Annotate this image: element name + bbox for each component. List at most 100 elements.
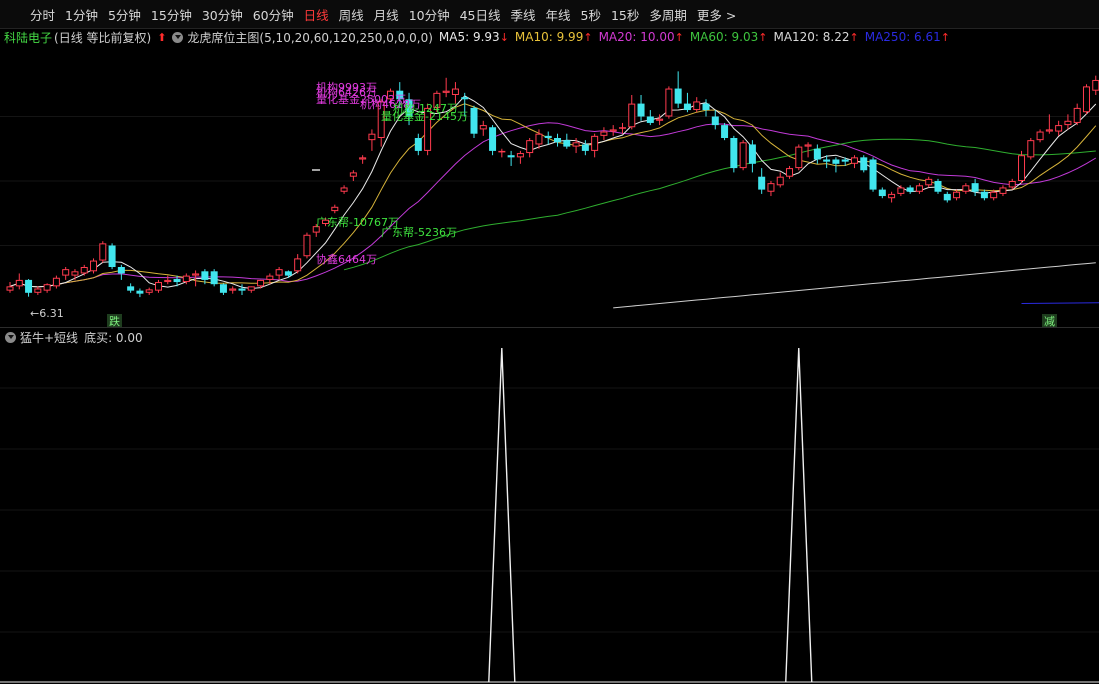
- main-candlestick-chart[interactable]: 机构9993万机构6426万量化基金25002万机构4628万机构-1247万量…: [0, 46, 1099, 327]
- period-tab-1[interactable]: 1分钟: [60, 5, 103, 24]
- candle-body: [535, 133, 543, 145]
- candle: [776, 172, 784, 188]
- sub-indicator-title[interactable]: 猛牛+短线: [20, 329, 78, 346]
- candle: [1092, 75, 1099, 95]
- candle-body: [618, 127, 626, 129]
- period-tab-0[interactable]: 分时: [0, 5, 60, 24]
- candle-body: [1073, 107, 1081, 123]
- candle: [43, 283, 51, 293]
- candle-body: [730, 138, 738, 169]
- period-tab-15[interactable]: 多周期: [644, 5, 692, 24]
- candle: [674, 71, 682, 108]
- badge-right: 减: [1044, 315, 1055, 327]
- candle: [1018, 150, 1026, 184]
- candle: [897, 185, 905, 197]
- candle-body: [795, 146, 803, 169]
- period-tab-8[interactable]: 月线: [369, 5, 404, 24]
- candle: [786, 165, 794, 179]
- candle: [164, 275, 172, 285]
- sub-indicator-value: 底买: 0.00: [84, 330, 143, 345]
- ma-legend-item: MA120: 8.22↑: [773, 30, 858, 44]
- candle: [479, 120, 487, 136]
- candle: [210, 269, 218, 287]
- candle: [693, 97, 701, 113]
- candle: [795, 144, 803, 171]
- candle-body: [665, 88, 673, 117]
- dropdown-circle-icon[interactable]: [172, 31, 184, 43]
- candle-body: [516, 153, 524, 158]
- candle: [34, 286, 42, 295]
- period-tab-16[interactable]: 更多 >: [692, 5, 741, 24]
- candle-body: [646, 116, 654, 123]
- candle-body: [1008, 181, 1016, 188]
- ma-legend: MA5: 9.93↓ MA10: 9.99↑ MA20: 10.00↑ MA60: 9…: [433, 30, 950, 44]
- candle-body: [201, 271, 209, 280]
- indicator-name[interactable]: 龙虎席位主图(5,10,20,60,120,250,0,0,0,0): [187, 29, 433, 46]
- period-toolbar: 分时 1分钟 5分钟 15分钟 30分钟 60分钟 日线 周线 月线 10分钟 45日线 季线 年线 5秒…: [0, 0, 1099, 29]
- candle-body: [999, 187, 1007, 194]
- candle: [219, 283, 227, 295]
- candle-body: [507, 155, 515, 158]
- arrow-up-icon: ↑: [674, 31, 684, 44]
- sub-indicator-chart[interactable]: [0, 328, 1099, 684]
- candle: [71, 269, 79, 280]
- candle-body: [786, 168, 794, 177]
- period-tab-11[interactable]: 季线: [506, 5, 541, 24]
- ma120-line: [613, 262, 1096, 309]
- candle: [609, 125, 617, 136]
- candle-body: [804, 144, 812, 147]
- candle: [850, 155, 858, 169]
- ma250-line: [1021, 302, 1099, 304]
- candle: [739, 140, 747, 171]
- price-mode[interactable]: (日线 等比前复权): [54, 29, 151, 46]
- period-tab-12[interactable]: 年线: [541, 5, 576, 24]
- candle-body: [1045, 129, 1053, 132]
- candle-body: [1092, 79, 1099, 91]
- period-tab-4[interactable]: 30分钟: [197, 5, 248, 24]
- period-tab-13[interactable]: 5秒: [576, 5, 606, 24]
- period-tab-2[interactable]: 5分钟: [103, 5, 146, 24]
- candle: [804, 142, 812, 158]
- period-tab-14[interactable]: 15秒: [606, 5, 644, 24]
- period-tab-10[interactable]: 45日线: [455, 5, 506, 24]
- ma-legend-label: MA20: 10.00: [598, 30, 675, 44]
- period-tab-9[interactable]: 10分钟: [404, 5, 455, 24]
- candle-body: [962, 185, 970, 192]
- candle: [6, 282, 14, 293]
- candle: [730, 135, 738, 173]
- candle: [117, 264, 125, 280]
- candle: [915, 183, 923, 194]
- candle-body: [906, 187, 914, 192]
- candle-body: [758, 176, 766, 190]
- candle-body: [572, 142, 580, 147]
- candle-body: [461, 97, 469, 100]
- ma-legend-label: MA250: 6.61: [864, 30, 941, 44]
- candle: [470, 105, 478, 138]
- period-tab-6[interactable]: 日线: [299, 5, 334, 24]
- candle: [80, 264, 88, 276]
- candle: [498, 148, 506, 158]
- dropdown-circle-icon[interactable]: [5, 331, 16, 343]
- candle: [600, 127, 608, 141]
- arrow-up-icon: ↑: [849, 31, 859, 44]
- ma-legend-label: MA120: 8.22: [773, 30, 850, 44]
- period-tab-5[interactable]: 60分钟: [248, 5, 299, 24]
- period-tab-7[interactable]: 周线: [334, 5, 369, 24]
- sub-indicator-bar: 猛牛+短线 底买: 0.00: [0, 329, 143, 346]
- candle-body: [173, 279, 181, 283]
- candle-body: [748, 144, 756, 164]
- candle-body: [99, 243, 107, 261]
- candle: [451, 82, 459, 104]
- candle-body: [897, 187, 905, 194]
- candle-body: [776, 176, 784, 186]
- candle-body: [43, 284, 51, 291]
- candle: [665, 86, 673, 119]
- candle-body: [331, 206, 339, 212]
- candle: [25, 279, 33, 297]
- candle: [340, 185, 348, 194]
- period-tab-3[interactable]: 15分钟: [146, 5, 197, 24]
- stock-name[interactable]: 科陆电子: [0, 29, 52, 46]
- candle: [516, 150, 524, 164]
- candle-body: [1082, 86, 1090, 113]
- candle-body: [888, 193, 896, 199]
